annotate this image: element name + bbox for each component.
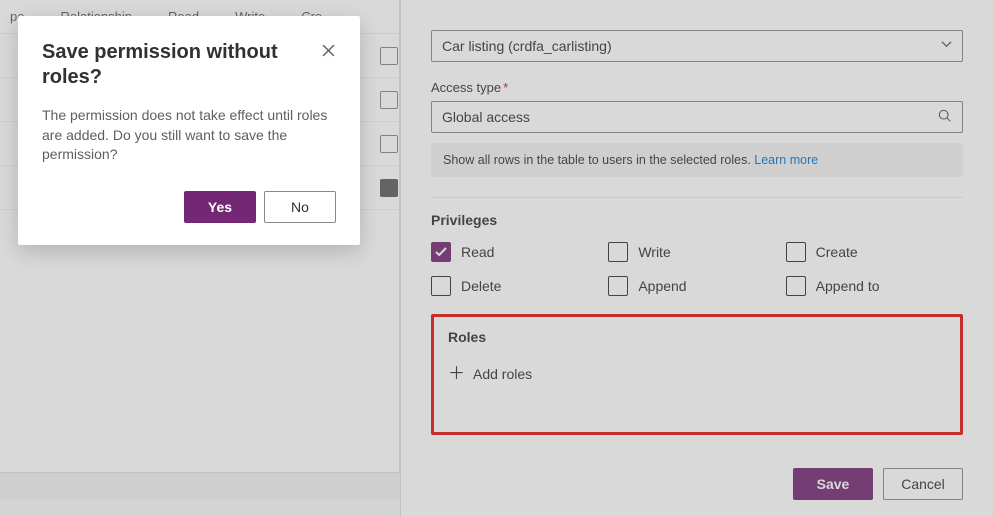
dialog-actions: Yes No (42, 191, 336, 223)
no-button[interactable]: No (264, 191, 336, 223)
close-icon[interactable] (314, 36, 342, 64)
dialog-body: The permission does not take effect unti… (42, 106, 336, 165)
confirm-dialog: Save permission without roles? The permi… (18, 16, 360, 245)
dialog-title: Save permission without roles? (42, 40, 336, 90)
yes-button[interactable]: Yes (184, 191, 256, 223)
